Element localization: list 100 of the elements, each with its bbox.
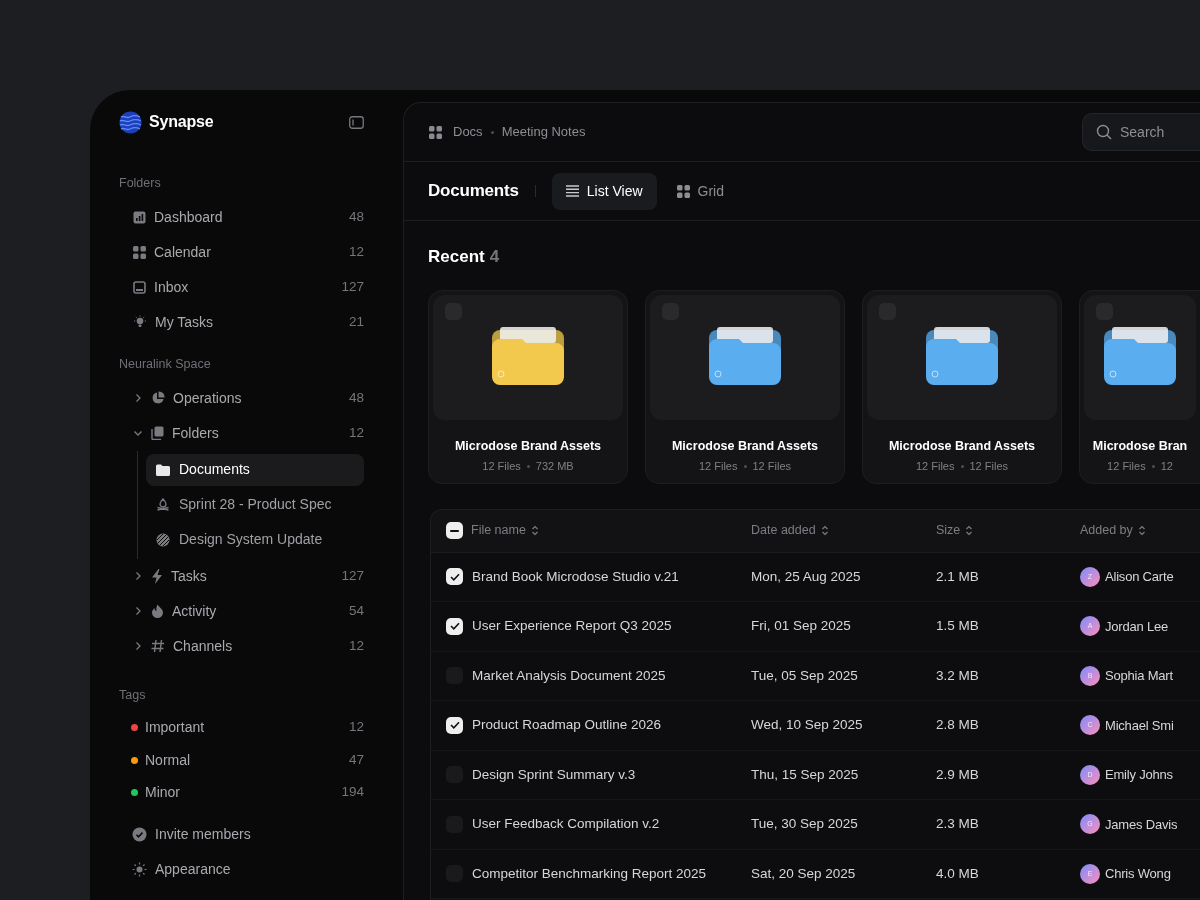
- folder-card[interactable]: Microdose Brand Assets 12 Files 12 Files: [645, 289, 845, 484]
- item-count: 127: [341, 278, 364, 297]
- nav-item[interactable]: My Tasks 21: [119, 304, 364, 340]
- folder-card[interactable]: Microdose Bran 12 Files 12: [1079, 289, 1200, 484]
- view-tab[interactable]: List View: [551, 172, 657, 210]
- page-title: Documents: [428, 180, 519, 203]
- table-cell-text: Wed, 10 Sep 2025: [751, 716, 864, 735]
- nav-item[interactable]: Dashboard 48: [119, 199, 364, 235]
- breadcrumb-link[interactable]: Docs: [453, 122, 483, 142]
- folder-card[interactable]: Microdose Brand Assets 12 Files 12 Files: [862, 289, 1062, 484]
- column-header[interactable]: Size: [936, 521, 974, 540]
- item-count: 127: [341, 566, 364, 585]
- column-header[interactable]: Date added: [751, 521, 829, 540]
- nav-item[interactable]: Operations 48: [119, 380, 364, 416]
- checkbox[interactable]: [446, 568, 463, 586]
- table-cell-text: Thu, 15 Sep 2025: [751, 765, 860, 784]
- pie-chart-icon: [151, 391, 165, 405]
- chart-icon: [133, 210, 146, 224]
- folder-icon: [156, 463, 170, 476]
- sort-icon: [530, 525, 539, 536]
- card-meta: 12 Files: [1107, 459, 1146, 475]
- item-count: 21: [348, 313, 364, 332]
- card-meta: 12 Files: [752, 459, 792, 475]
- view-tab[interactable]: Grid: [662, 172, 738, 210]
- user-name: Chris Wong: [1105, 865, 1171, 883]
- section-title: Recent: [428, 246, 485, 268]
- user-name: Michael Smi: [1105, 716, 1174, 735]
- search-field[interactable]: Search: [1082, 113, 1200, 151]
- campfire-icon: [156, 497, 170, 512]
- item-count: 12: [348, 423, 364, 442]
- sidebar-toggle-icon[interactable]: [349, 115, 364, 129]
- sort-icon: [965, 525, 974, 536]
- striped-circle-icon: [156, 532, 170, 547]
- card-title: Microdose Brand Assets: [887, 437, 1037, 455]
- check-badge-icon: [132, 826, 147, 842]
- table-cell-text: 1.5 MB: [936, 617, 980, 636]
- list-icon: [565, 185, 579, 197]
- lightbulb-icon: [133, 315, 147, 330]
- section-label: Folders: [119, 175, 162, 192]
- check-icon: [449, 721, 460, 730]
- nav-item[interactable]: Folders 12: [119, 415, 364, 451]
- card-meta: 12 Files: [698, 459, 738, 475]
- tag-item[interactable]: Minor 194: [119, 776, 364, 809]
- table-cell-text: Tue, 05 Sep 2025: [751, 666, 859, 685]
- folder-card[interactable]: Microdose Brand Assets 12 Files 732 MB: [428, 289, 628, 484]
- table-cell-text: 3.2 MB: [936, 666, 980, 685]
- user-name: Emily Johns: [1105, 766, 1173, 784]
- tag-item[interactable]: Normal 47: [119, 743, 364, 777]
- checkbox[interactable]: [446, 716, 463, 734]
- grid-icon: [429, 125, 442, 139]
- column-header[interactable]: File name: [471, 521, 539, 540]
- section-label: Neuralink Space: [119, 355, 212, 373]
- card-meta: 12: [1160, 459, 1173, 475]
- card-title: Microdose Brand Assets: [453, 437, 603, 455]
- nav-item[interactable]: Channels 12: [119, 628, 364, 664]
- table-cell-text: Market Analysis Document 2025: [472, 666, 666, 685]
- nav-item[interactable]: Activity 54: [119, 593, 364, 629]
- grid-icon: [676, 184, 690, 198]
- nav-item[interactable]: Invite members: [119, 816, 364, 852]
- tree-item[interactable]: Sprint 28 - Product Spec: [146, 488, 364, 521]
- user-name: Alison Carte: [1105, 568, 1174, 586]
- tree-item[interactable]: Documents: [146, 453, 364, 486]
- item-count: 47: [348, 750, 364, 769]
- checkbox[interactable]: [446, 617, 463, 635]
- flame-icon: [151, 604, 164, 618]
- user-name: Sophia Mart: [1105, 667, 1173, 685]
- sort-icon: [1137, 525, 1146, 536]
- logo-icon: [119, 110, 142, 134]
- table-cell-text: 2.8 MB: [936, 716, 980, 735]
- item-count: 12: [348, 636, 364, 655]
- table-cell-text: Product Roadmap Outline 2026: [472, 716, 662, 735]
- nav-item[interactable]: Inbox 127: [119, 269, 364, 305]
- table-cell-text: Competitor Benchmarking Report 2025: [472, 864, 707, 883]
- user-name: James Davis: [1105, 815, 1178, 834]
- table-cell-text: 2.9 MB: [936, 765, 980, 784]
- sun-icon: [132, 861, 147, 877]
- table-cell-text: Tue, 30 Sep 2025: [751, 815, 859, 834]
- select-all-checkbox[interactable]: [446, 522, 463, 539]
- table-cell-text: Fri, 01 Sep 2025: [751, 617, 852, 636]
- card-title: Microdose Bran: [1091, 437, 1189, 455]
- item-count: 48: [348, 208, 364, 227]
- tag-item[interactable]: Important 12: [119, 711, 364, 744]
- nav-item[interactable]: Tasks 127: [119, 558, 364, 594]
- section-count: 4: [489, 246, 500, 268]
- card-title: Microdose Brand Assets: [670, 437, 820, 455]
- tree-item[interactable]: Design System Update: [146, 523, 364, 556]
- table-cell-text: 2.3 MB: [936, 815, 980, 834]
- nav-item[interactable]: Calendar 12: [119, 234, 364, 270]
- card-meta: 12 Files: [482, 459, 521, 475]
- check-icon: [449, 622, 460, 631]
- card-meta: 12 Files: [915, 459, 955, 475]
- card-meta: 732 MB: [535, 459, 574, 475]
- breadcrumb-link[interactable]: Meeting Notes: [501, 122, 586, 142]
- column-header[interactable]: Added by: [1080, 521, 1146, 540]
- nav-item[interactable]: Appearance: [119, 851, 364, 887]
- table-cell-text: User Feedback Compilation v.2: [472, 815, 660, 834]
- hash-icon: [151, 639, 165, 653]
- table-cell-text: 4.0 MB: [936, 864, 980, 883]
- card-meta: 12 Files: [969, 459, 1009, 475]
- table-cell-text: Mon, 25 Aug 2025: [751, 567, 862, 586]
